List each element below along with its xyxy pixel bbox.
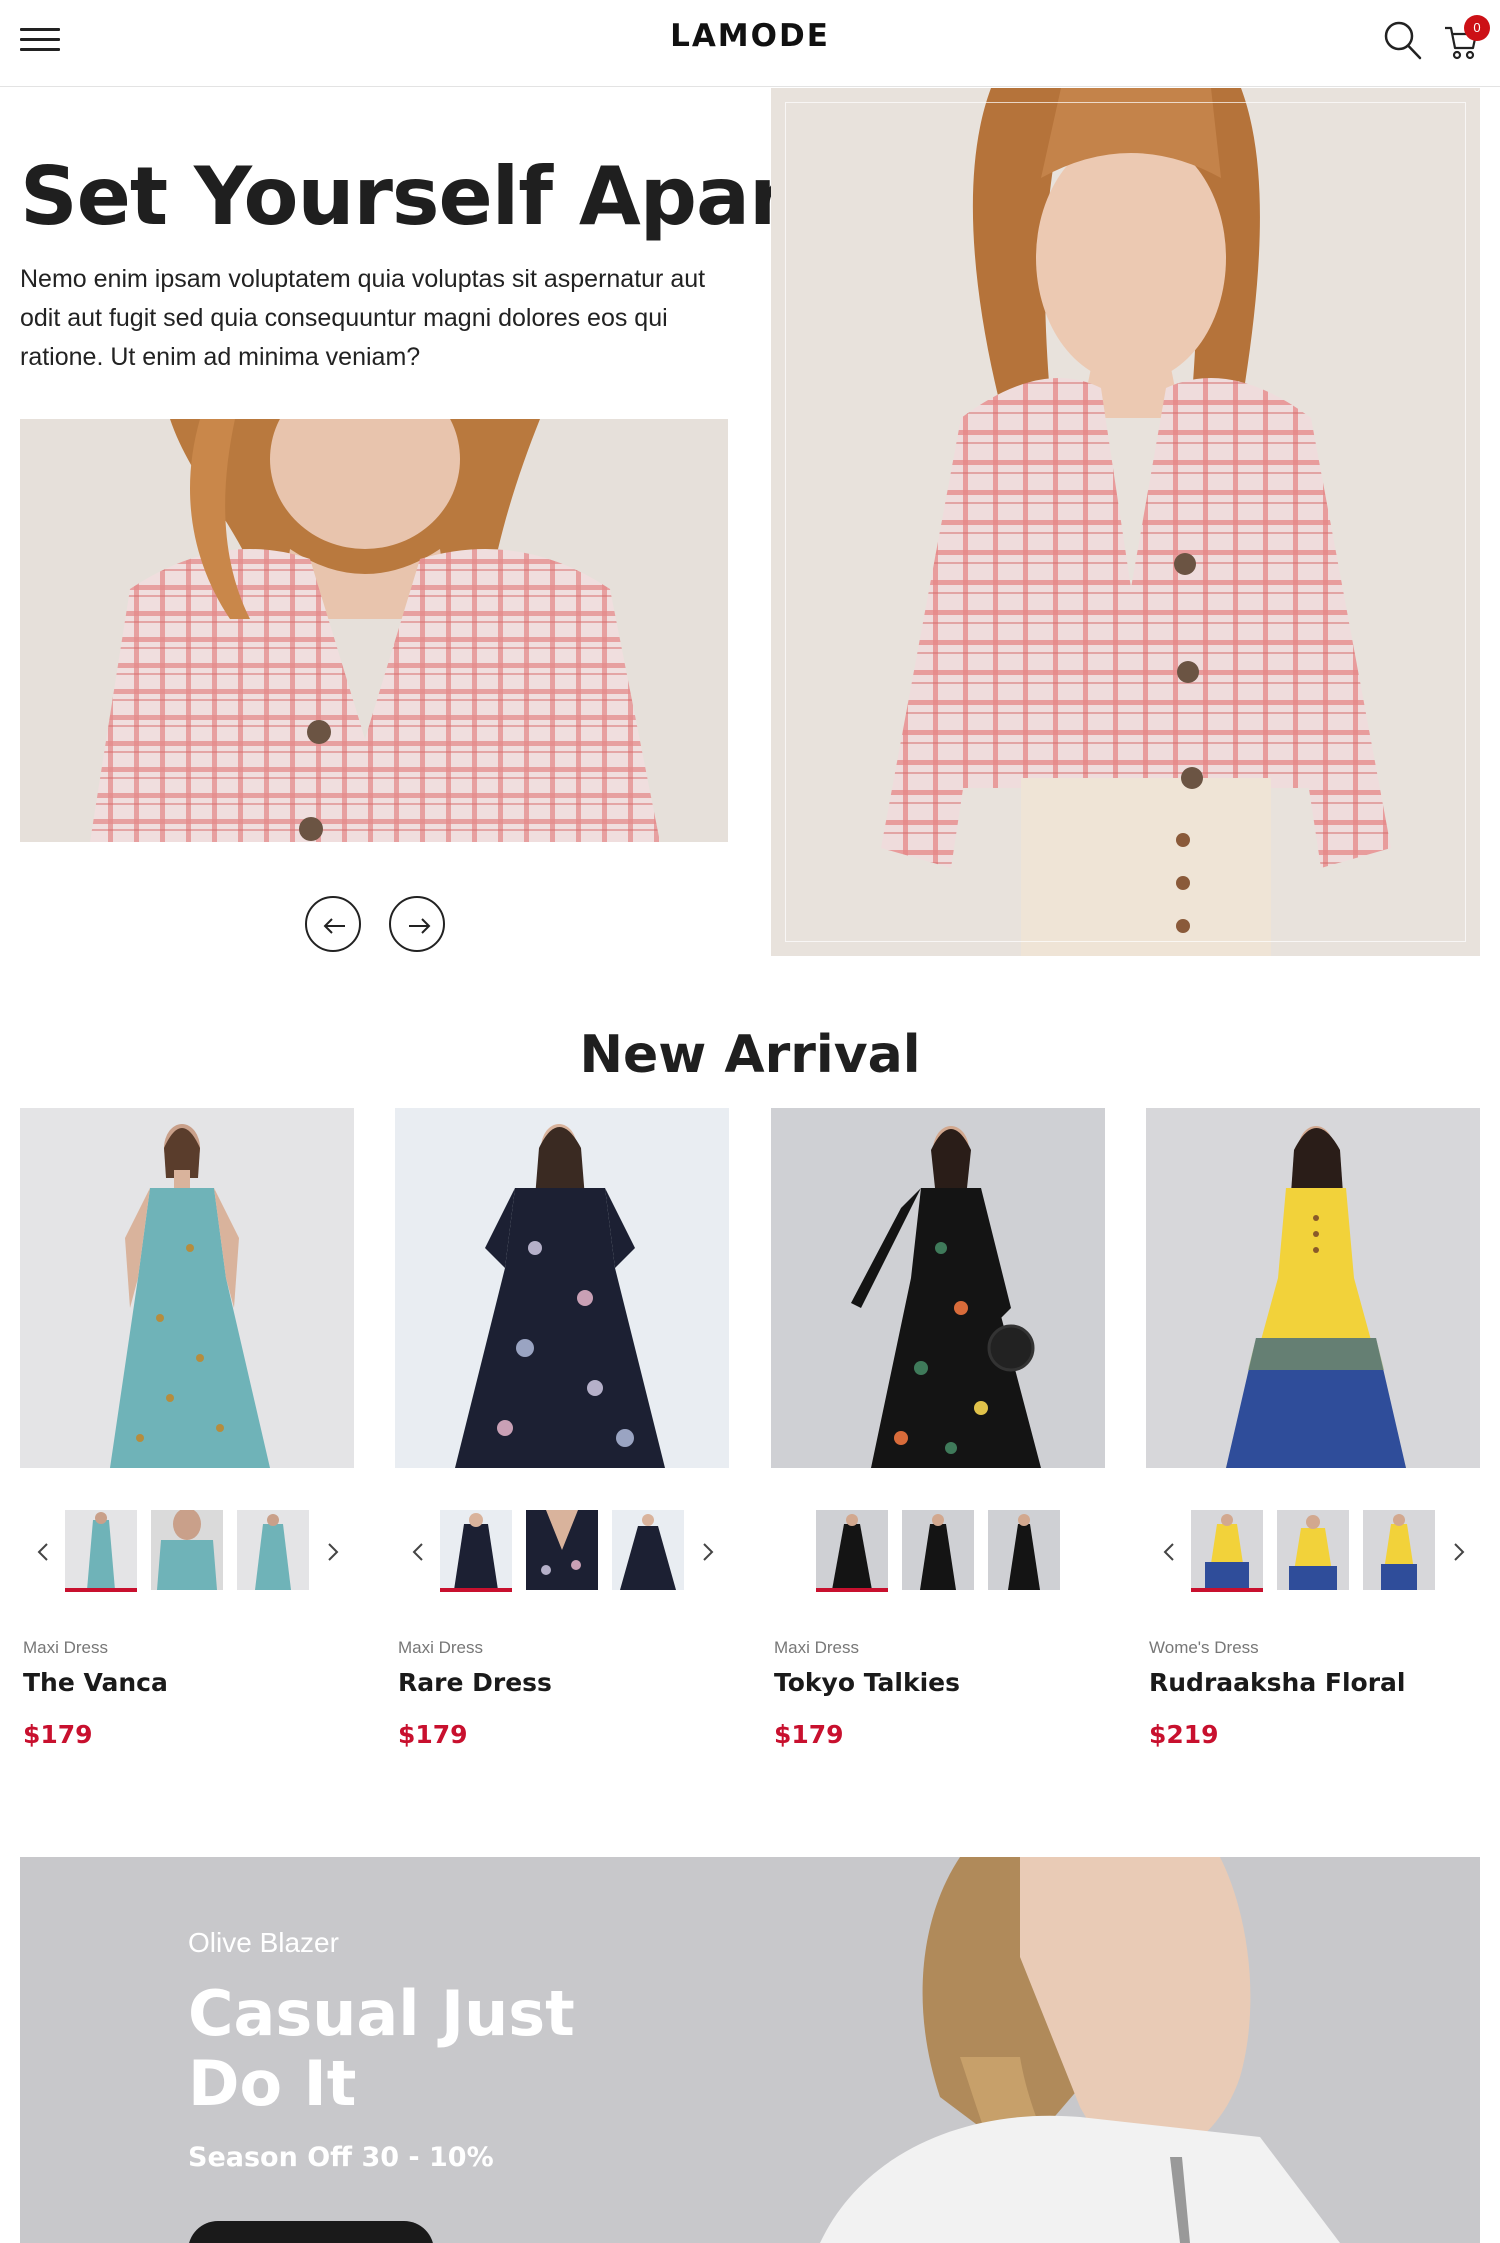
product-name[interactable]: The Vanca	[23, 1668, 168, 1697]
thumbnail[interactable]	[1191, 1510, 1263, 1590]
hero-main-image	[771, 88, 1480, 956]
hero-slide-image	[20, 419, 728, 842]
chevron-right-icon[interactable]	[695, 1540, 719, 1564]
banner-offer: Season Off 30 - 10%	[188, 2142, 494, 2173]
product-image[interactable]	[771, 1108, 1105, 1468]
thumbnail-carousel	[20, 1510, 354, 1600]
active-thumbnail-indicator	[816, 1588, 888, 1592]
cart-count-badge: 0	[1464, 15, 1490, 41]
banner-title: Casual Just Do It	[188, 1977, 575, 2120]
product-image[interactable]	[20, 1108, 354, 1468]
thumbnail-carousel	[1146, 1510, 1480, 1600]
thumbnail[interactable]	[612, 1510, 684, 1590]
product-price: $179	[23, 1720, 93, 1749]
new-arrival-title: New Arrival	[579, 1025, 921, 1085]
thumbnail[interactable]	[65, 1510, 137, 1590]
search-icon[interactable]	[1383, 20, 1423, 62]
hero-title: Set Yourself Apart	[20, 150, 826, 243]
thumbnail-carousel	[395, 1510, 729, 1600]
product-card[interactable]: Wome's Dress Rudraaksha Floral $219	[1146, 1108, 1480, 1758]
arrow-left-icon	[323, 918, 345, 934]
site-logo[interactable]: LAMODE	[0, 18, 1500, 54]
banner-subtitle: Olive Blazer	[188, 1927, 339, 1958]
product-name[interactable]: Rudraaksha Floral	[1149, 1668, 1405, 1697]
product-card[interactable]: Maxi Dress Rare Dress $179	[395, 1108, 729, 1758]
hamburger-menu-icon[interactable]	[20, 27, 60, 53]
chevron-right-icon[interactable]	[1446, 1540, 1470, 1564]
product-card[interactable]: Maxi Dress The Vanca $179	[20, 1108, 354, 1758]
slider-prev-button[interactable]	[305, 896, 361, 952]
thumbnail[interactable]	[440, 1510, 512, 1590]
thumbnail[interactable]	[1363, 1510, 1435, 1590]
shop-now-button[interactable]	[188, 2221, 434, 2243]
thumbnail[interactable]	[526, 1510, 598, 1590]
product-price: $179	[398, 1720, 468, 1749]
chevron-right-icon[interactable]	[320, 1540, 344, 1564]
product-name[interactable]: Rare Dress	[398, 1668, 552, 1697]
product-image[interactable]	[1146, 1108, 1480, 1468]
slider-next-button[interactable]	[389, 896, 445, 952]
product-category: Maxi Dress	[23, 1638, 109, 1657]
chevron-left-icon[interactable]	[1158, 1540, 1182, 1564]
active-thumbnail-indicator	[65, 1588, 137, 1592]
active-thumbnail-indicator	[440, 1588, 512, 1592]
product-category: Maxi Dress	[398, 1638, 484, 1657]
product-category: Wome's Dress	[1149, 1638, 1259, 1657]
hero-description: Nemo enim ipsam voluptatem quia voluptas…	[20, 265, 706, 371]
thumbnail[interactable]	[237, 1510, 309, 1590]
thumbnail[interactable]	[902, 1510, 974, 1590]
product-name[interactable]: Tokyo Talkies	[774, 1668, 960, 1697]
site-header: LAMODE 0	[0, 0, 1500, 87]
thumbnail[interactable]	[988, 1510, 1060, 1590]
thumbnail[interactable]	[151, 1510, 223, 1590]
thumbnail[interactable]	[1277, 1510, 1349, 1590]
product-price: $219	[1149, 1720, 1219, 1749]
thumbnail-carousel	[771, 1510, 1105, 1600]
thumbnail[interactable]	[816, 1510, 888, 1590]
product-category: Maxi Dress	[774, 1638, 860, 1657]
promo-banner: Olive Blazer Casual Just Do It Season Of…	[20, 1857, 1480, 2243]
active-thumbnail-indicator	[1191, 1588, 1263, 1592]
product-image[interactable]	[395, 1108, 729, 1468]
product-card[interactable]: Maxi Dress Tokyo Talkies $179	[771, 1108, 1105, 1758]
arrow-right-icon	[409, 918, 431, 934]
product-price: $179	[774, 1720, 844, 1749]
chevron-left-icon[interactable]	[407, 1540, 431, 1564]
chevron-left-icon[interactable]	[32, 1540, 56, 1564]
